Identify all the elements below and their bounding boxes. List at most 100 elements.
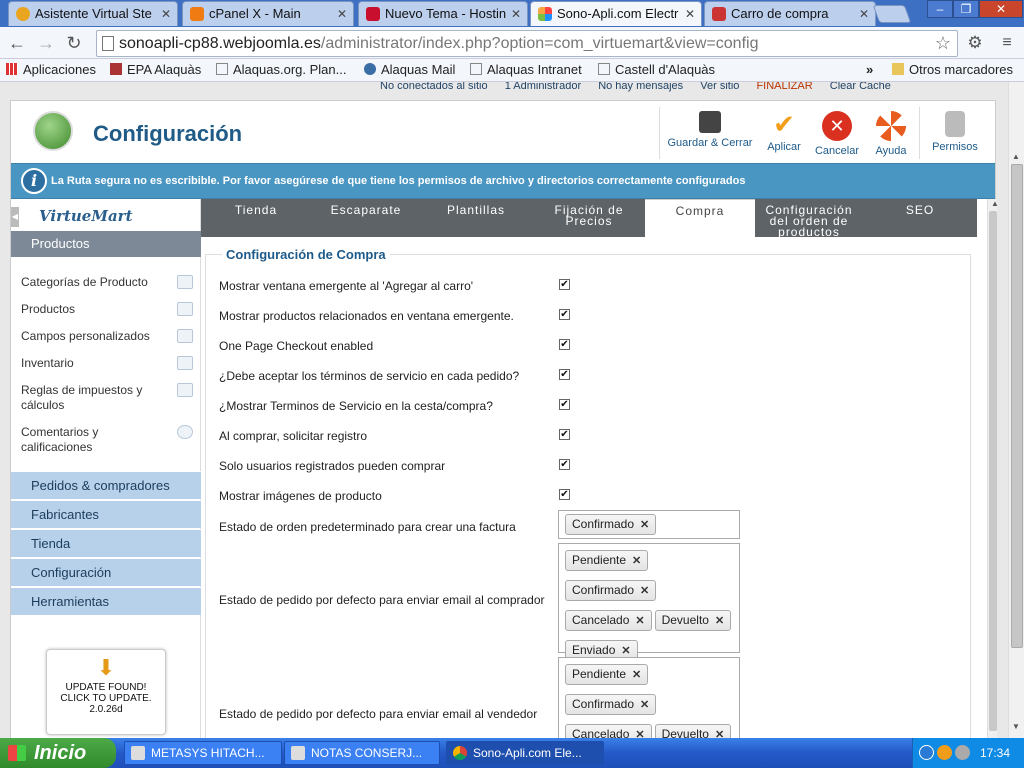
address-bar[interactable]: sonoapli-cp88.webjoomla.es/administrator… bbox=[96, 30, 958, 57]
browser-toolbar: ← → ↻ sonoapli-cp88.webjoomla.es/adminis… bbox=[0, 27, 1024, 59]
remove-chip-icon[interactable]: ✕ bbox=[715, 615, 724, 627]
tray-app-icon[interactable] bbox=[937, 745, 952, 760]
bookmark-castell[interactable]: Castell d'Alaquàs bbox=[598, 62, 715, 77]
popup-add-cart-checkbox[interactable]: ✔ bbox=[559, 279, 570, 290]
buyer-email-status-multiselect[interactable]: Pendiente ✕ Confirmado ✕ Cancelado ✕ Devuelt… bbox=[558, 543, 740, 661]
comment-icon bbox=[177, 425, 193, 439]
sidebar-section-herramientas[interactable]: Herramientas bbox=[11, 587, 201, 615]
show-images-checkbox[interactable]: ✔ bbox=[559, 489, 570, 500]
tab-seo[interactable]: SEO bbox=[865, 199, 975, 237]
maximize-icon[interactable]: ❐ bbox=[953, 0, 979, 18]
page-scrollbar[interactable]: ▲ ▼ bbox=[1008, 82, 1024, 738]
scroll-up-icon[interactable]: ▲ bbox=[991, 199, 999, 208]
help-button[interactable]: Ayuda bbox=[867, 107, 915, 159]
browser-tab-active[interactable]: Sono-Apli.com Electr ✕ bbox=[530, 1, 702, 26]
status-view-site[interactable]: Ver sitio bbox=[700, 82, 739, 92]
accept-tos-checkbox[interactable]: ✔ bbox=[559, 369, 570, 380]
tab-fijacion-precios[interactable]: Fijación de Precios bbox=[537, 199, 641, 237]
status-messages[interactable]: No hay mensajes bbox=[598, 82, 683, 92]
registered-only-checkbox[interactable]: ✔ bbox=[559, 459, 570, 470]
bookmarks-overflow[interactable]: » bbox=[866, 62, 873, 77]
close-icon[interactable]: ✕ bbox=[161, 2, 171, 26]
show-tos-checkbox[interactable]: ✔ bbox=[559, 399, 570, 410]
forward-icon[interactable]: → bbox=[35, 32, 57, 54]
gear-icon[interactable]: ⚙ bbox=[964, 32, 986, 54]
taskbar-item[interactable]: NOTAS CONSERJ... bbox=[284, 741, 440, 765]
windows-taskbar: Inicio METASYS HITACH... NOTAS CONSERJ..… bbox=[0, 738, 1024, 768]
bookmark-alaquas-plan[interactable]: Alaquas.org. Plan... bbox=[216, 62, 346, 77]
bookmark-alaquas-mail[interactable]: Alaquas Mail bbox=[364, 62, 455, 77]
invoice-status-multiselect[interactable]: Confirmado ✕ bbox=[558, 510, 740, 539]
remove-chip-icon[interactable]: ✕ bbox=[632, 555, 641, 567]
vendor-email-status-multiselect[interactable]: Pendiente ✕ Confirmado ✕ Cancelado ✕ Devuelt… bbox=[558, 657, 740, 738]
remove-chip-icon[interactable]: ✕ bbox=[640, 585, 649, 597]
taskbar-item-active[interactable]: Sono-Apli.com Ele... bbox=[446, 741, 604, 765]
bookmark-apps[interactable]: Aplicaciones bbox=[6, 62, 96, 77]
update-notice-button[interactable]: ⬇ UPDATE FOUND! CLICK TO UPDATE. 2.0.26d bbox=[46, 649, 166, 735]
sidebar-item-categorias[interactable]: Categorías de Producto bbox=[21, 275, 193, 290]
tab-orden-productos[interactable]: Configuración del orden de productos bbox=[757, 199, 861, 238]
sidebar-section-tienda[interactable]: Tienda bbox=[11, 529, 201, 557]
remove-chip-icon[interactable]: ✕ bbox=[635, 729, 644, 738]
volume-icon[interactable] bbox=[955, 745, 970, 760]
close-icon[interactable]: ✕ bbox=[511, 2, 521, 26]
browser-tab[interactable]: cPanel X - Main ✕ bbox=[182, 1, 354, 26]
setting-label: Estado de pedido por defecto para enviar… bbox=[219, 593, 545, 607]
sidebar-section-productos[interactable]: Productos bbox=[11, 231, 201, 257]
toolbar-divider bbox=[659, 107, 660, 159]
require-registration-checkbox[interactable]: ✔ bbox=[559, 429, 570, 440]
sidebar-item-inventario[interactable]: Inventario bbox=[21, 356, 193, 371]
scrollbar-thumb[interactable] bbox=[989, 211, 997, 731]
window-close-icon[interactable]: ✕ bbox=[979, 0, 1023, 18]
one-page-checkout-checkbox[interactable]: ✔ bbox=[559, 339, 570, 350]
scrollbar-thumb[interactable] bbox=[1011, 164, 1023, 648]
tab-escaparate[interactable]: Escaparate bbox=[311, 199, 421, 237]
sidebar-section-pedidos[interactable]: Pedidos & compradores bbox=[11, 471, 201, 499]
sidebar-collapse-handle[interactable]: ◀ bbox=[11, 207, 19, 227]
tray-arrow-icon[interactable] bbox=[919, 745, 934, 760]
browser-tab[interactable]: Asistente Virtual Ste ✕ bbox=[8, 1, 178, 26]
sidebar-section-fabricantes[interactable]: Fabricantes bbox=[11, 500, 201, 528]
sidebar-section-configuracion[interactable]: Configuración bbox=[11, 558, 201, 586]
bookmark-alaquas-intranet[interactable]: Alaquas Intranet bbox=[470, 62, 582, 77]
menu-icon[interactable]: ≡ bbox=[996, 32, 1018, 54]
back-icon[interactable]: ← bbox=[6, 32, 28, 54]
reload-icon[interactable]: ↻ bbox=[63, 32, 85, 54]
remove-chip-icon[interactable]: ✕ bbox=[635, 615, 644, 627]
sidebar-item-productos[interactable]: Productos bbox=[21, 302, 193, 317]
tab-tienda[interactable]: Tienda bbox=[201, 199, 311, 237]
cancel-button[interactable]: ✕ Cancelar bbox=[813, 107, 861, 159]
remove-chip-icon[interactable]: ✕ bbox=[640, 519, 649, 531]
close-icon[interactable]: ✕ bbox=[337, 2, 347, 26]
other-bookmarks[interactable]: Otros marcadores bbox=[892, 62, 1013, 77]
remove-chip-icon[interactable]: ✕ bbox=[640, 699, 649, 711]
taskbar-item[interactable]: METASYS HITACH... bbox=[124, 741, 282, 765]
remove-chip-icon[interactable]: ✕ bbox=[621, 645, 630, 657]
content-scrollbar[interactable]: ▲ bbox=[987, 199, 999, 738]
remove-chip-icon[interactable]: ✕ bbox=[632, 669, 641, 681]
permissions-button[interactable]: Permisos bbox=[923, 107, 987, 159]
bookmark-star-icon[interactable]: ☆ bbox=[935, 31, 951, 56]
close-icon[interactable]: ✕ bbox=[685, 2, 695, 26]
status-clear-cache[interactable]: Clear Cache bbox=[830, 82, 891, 92]
sidebar-item-campos[interactable]: Campos personalizados bbox=[21, 329, 193, 344]
browser-tab[interactable]: Nuevo Tema - Hostin ✕ bbox=[358, 1, 528, 26]
remove-chip-icon[interactable]: ✕ bbox=[715, 729, 724, 738]
save-close-button[interactable]: Guardar & Cerrar bbox=[667, 107, 753, 159]
close-icon[interactable]: ✕ bbox=[859, 2, 869, 26]
browser-tab[interactable]: Carro de compra ✕ bbox=[704, 1, 876, 26]
sidebar-item-comentarios[interactable]: Comentarios y calificaciones bbox=[21, 425, 193, 455]
start-button[interactable]: Inicio bbox=[0, 738, 116, 768]
related-products-checkbox[interactable]: ✔ bbox=[559, 309, 570, 320]
bookmark-epa[interactable]: EPA Alaquàs bbox=[110, 62, 201, 77]
new-tab-button[interactable] bbox=[872, 5, 912, 23]
sidebar-item-impuestos[interactable]: Reglas de impuestos y cálculos bbox=[21, 383, 193, 413]
chip-label: Confirmado bbox=[572, 697, 635, 711]
apply-button[interactable]: ✔ Aplicar bbox=[761, 107, 807, 159]
status-logout[interactable]: FINALIZAR bbox=[756, 82, 812, 92]
scroll-up-icon[interactable]: ▲ bbox=[1012, 152, 1020, 161]
tab-compra[interactable]: Compra bbox=[645, 199, 755, 237]
scroll-down-icon[interactable]: ▼ bbox=[1012, 722, 1020, 731]
tab-plantillas[interactable]: Plantillas bbox=[421, 199, 531, 237]
minimize-icon[interactable]: – bbox=[927, 0, 953, 18]
